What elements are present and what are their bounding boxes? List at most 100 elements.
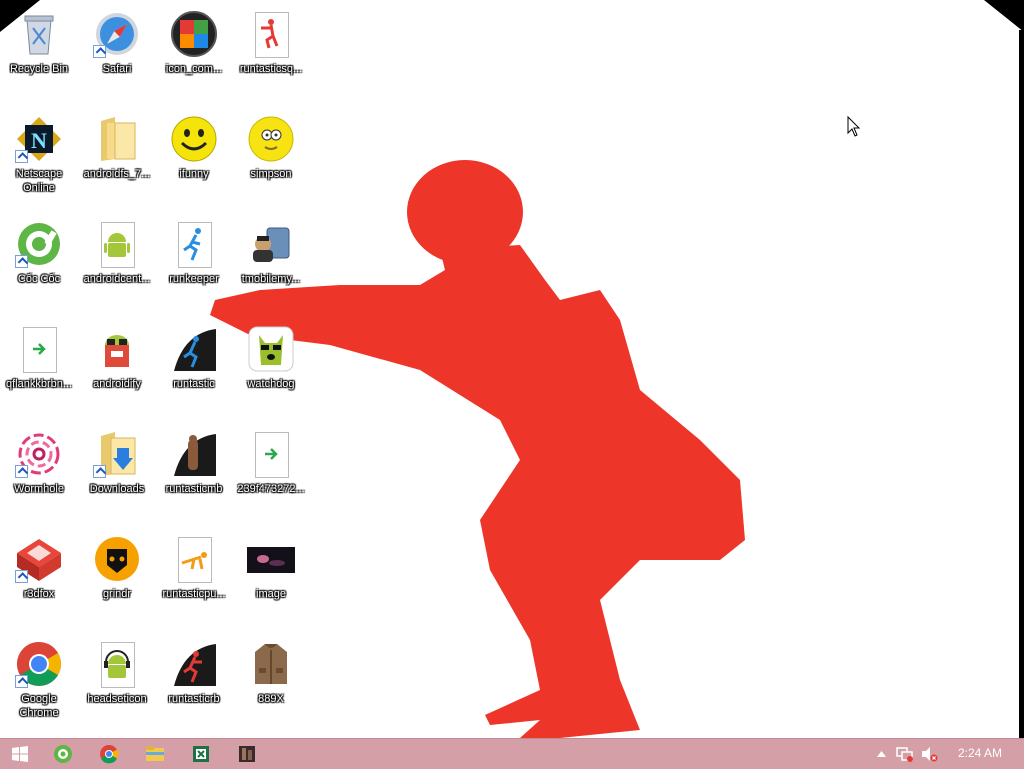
desktop-icon-image[interactable]: image	[233, 527, 309, 627]
desktop-icon-label: runtasticmb	[165, 483, 223, 495]
desktop-icon-runtasticpu[interactable]: runtasticpu...	[156, 527, 232, 627]
desktop-icon-coccoc[interactable]: Cốc Cốc	[1, 212, 77, 312]
runtastic-mb-icon	[170, 430, 218, 478]
grindr-icon	[93, 535, 141, 583]
desktop-icon-label: Wormhole	[14, 483, 64, 495]
desktop-icon-label: 889X	[258, 693, 284, 705]
start-button[interactable]	[0, 739, 40, 769]
desktop-icon-label: qflankkbrbn...	[5, 378, 73, 390]
desktop-icon-label: runtasticsq...	[239, 63, 303, 75]
desktop-icon-label: simpson	[250, 168, 292, 180]
recycle-bin-icon	[15, 10, 63, 58]
desktop-icon-label: runkeeper	[169, 273, 219, 285]
desktop-icon-label: Recycle Bin	[9, 63, 69, 75]
desktop-icon-downloads[interactable]: Downloads	[79, 422, 155, 522]
file-explorer-icon	[146, 746, 164, 761]
desktop-icon-r3dfox[interactable]: r3dfox	[1, 527, 77, 627]
desktop-icon-label: grindr	[102, 588, 132, 600]
simpson-icon	[247, 115, 295, 163]
desktop-icon-runtasticsq[interactable]: runtasticsq...	[233, 2, 309, 102]
desktop-icon-label: runtasticrb	[168, 693, 220, 705]
desktop-icon-label: runtastic	[173, 378, 215, 390]
android-headset-icon	[93, 640, 141, 688]
jacket-icon	[247, 640, 295, 688]
desktop-icon-label: tmobilemy...	[241, 273, 301, 285]
android-colorful-icon	[170, 10, 218, 58]
desktop-icon-androidcent[interactable]: androidcent...	[79, 212, 155, 312]
desktop-icon-label: Google Chrome	[19, 693, 59, 719]
desktop-icon-netscape[interactable]: N Netscape Online	[1, 107, 77, 207]
taskbar: 2:24 AM	[0, 738, 1024, 769]
runkeeper-icon	[170, 220, 218, 268]
netscape-icon: N	[15, 115, 63, 163]
image-icon	[247, 535, 295, 583]
desktop-icon-androidify[interactable]: androidify	[79, 317, 155, 417]
document-icon	[247, 430, 295, 478]
app-icon	[239, 746, 255, 762]
desktop-icon-runtastic[interactable]: runtastic	[156, 317, 232, 417]
desktop-icon-label: androidify	[93, 378, 141, 390]
runtastic-icon	[170, 325, 218, 373]
desktop[interactable]: Recycle Bin N Netscape Online Cốc Cốc qf…	[0, 0, 1024, 738]
taskbar-app-image[interactable]	[227, 739, 267, 769]
desktop-icon-watchdog[interactable]: watchdog	[233, 317, 309, 417]
desktop-icon-icon-com[interactable]: icon_com...	[156, 2, 232, 102]
safari-icon	[93, 10, 141, 58]
svg-text:N: N	[31, 128, 47, 153]
desktop-icon-label: icon_com...	[165, 63, 223, 75]
desktop-icon-runtasticrb[interactable]: runtasticrb	[156, 632, 232, 732]
desktop-icon-safari[interactable]: Safari	[79, 2, 155, 102]
taskbar-app-chrome[interactable]	[89, 739, 129, 769]
folder-icon	[93, 115, 141, 163]
taskbar-app-excel[interactable]	[181, 739, 221, 769]
desktop-icon-grindr[interactable]: grindr	[79, 527, 155, 627]
desktop-icon-label: Downloads	[89, 483, 145, 495]
shortcut-arrow-icon	[93, 45, 106, 58]
androidify-icon	[93, 325, 141, 373]
desktop-icon-label: runtasticpu...	[162, 588, 226, 600]
desktop-icon-label: Cốc Cốc	[17, 273, 61, 285]
desktop-icon-runtasticmb[interactable]: runtasticmb	[156, 422, 232, 522]
desktop-icon-recycle-bin[interactable]: Recycle Bin	[1, 2, 77, 102]
taskbar-app-file-explorer[interactable]	[135, 739, 175, 769]
desktop-icon-ifunny[interactable]: ifunny	[156, 107, 232, 207]
mouse-cursor-icon	[847, 116, 861, 137]
desktop-icon-label: headseticon	[87, 693, 147, 705]
chrome-icon	[100, 745, 119, 764]
r3dfox-icon	[15, 535, 63, 583]
desktop-icon-androidfs[interactable]: androidfs_7...	[79, 107, 155, 207]
runtastic-pushups-icon	[170, 535, 218, 583]
desktop-icon-wormhole[interactable]: Wormhole	[1, 422, 77, 522]
desktop-icon-label: Safari	[102, 63, 132, 75]
coccoc-icon	[54, 745, 72, 763]
desktop-icon-label: watchdog	[247, 378, 295, 390]
wormhole-icon	[15, 430, 63, 478]
network-status-button[interactable]	[894, 739, 916, 769]
chrome-icon	[15, 640, 63, 688]
taskbar-clock[interactable]: 2:24 AM	[958, 746, 1002, 760]
desktop-icon-headseticon[interactable]: headseticon	[79, 632, 155, 732]
desktop-icon-label: Netscape Online	[15, 168, 63, 194]
desktop-icon-label: 239f473272...	[237, 483, 305, 495]
taskbar-app-coccoc[interactable]	[43, 739, 83, 769]
show-hidden-icons-button[interactable]	[872, 739, 890, 769]
show-hidden-icons-icon	[876, 751, 886, 757]
tmobile-icon	[247, 220, 295, 268]
desktop-icon-239f473272[interactable]: 239f473272...	[233, 422, 309, 522]
shortcut-arrow-icon	[93, 465, 106, 478]
desktop-icon-label: androidcent...	[83, 273, 151, 285]
desktop-icon-simpson[interactable]: simpson	[233, 107, 309, 207]
excel-icon	[193, 746, 209, 762]
network-icon	[896, 747, 913, 762]
desktop-icon-label: ifunny	[179, 168, 209, 180]
watchdog-icon	[247, 325, 295, 373]
desktop-icon-runkeeper[interactable]: runkeeper	[156, 212, 232, 312]
desktop-icon-889x[interactable]: 889X	[233, 632, 309, 732]
desktop-icon-qflankk[interactable]: qflankkbrbn...	[1, 317, 77, 417]
desktop-icon-tmobilemy[interactable]: tmobilemy...	[233, 212, 309, 312]
android-icon	[93, 220, 141, 268]
volume-button[interactable]	[918, 739, 940, 769]
desktop-icon-google-chrome[interactable]: Google Chrome	[1, 632, 77, 732]
downloads-folder-icon	[93, 430, 141, 478]
coccoc-icon	[15, 220, 63, 268]
